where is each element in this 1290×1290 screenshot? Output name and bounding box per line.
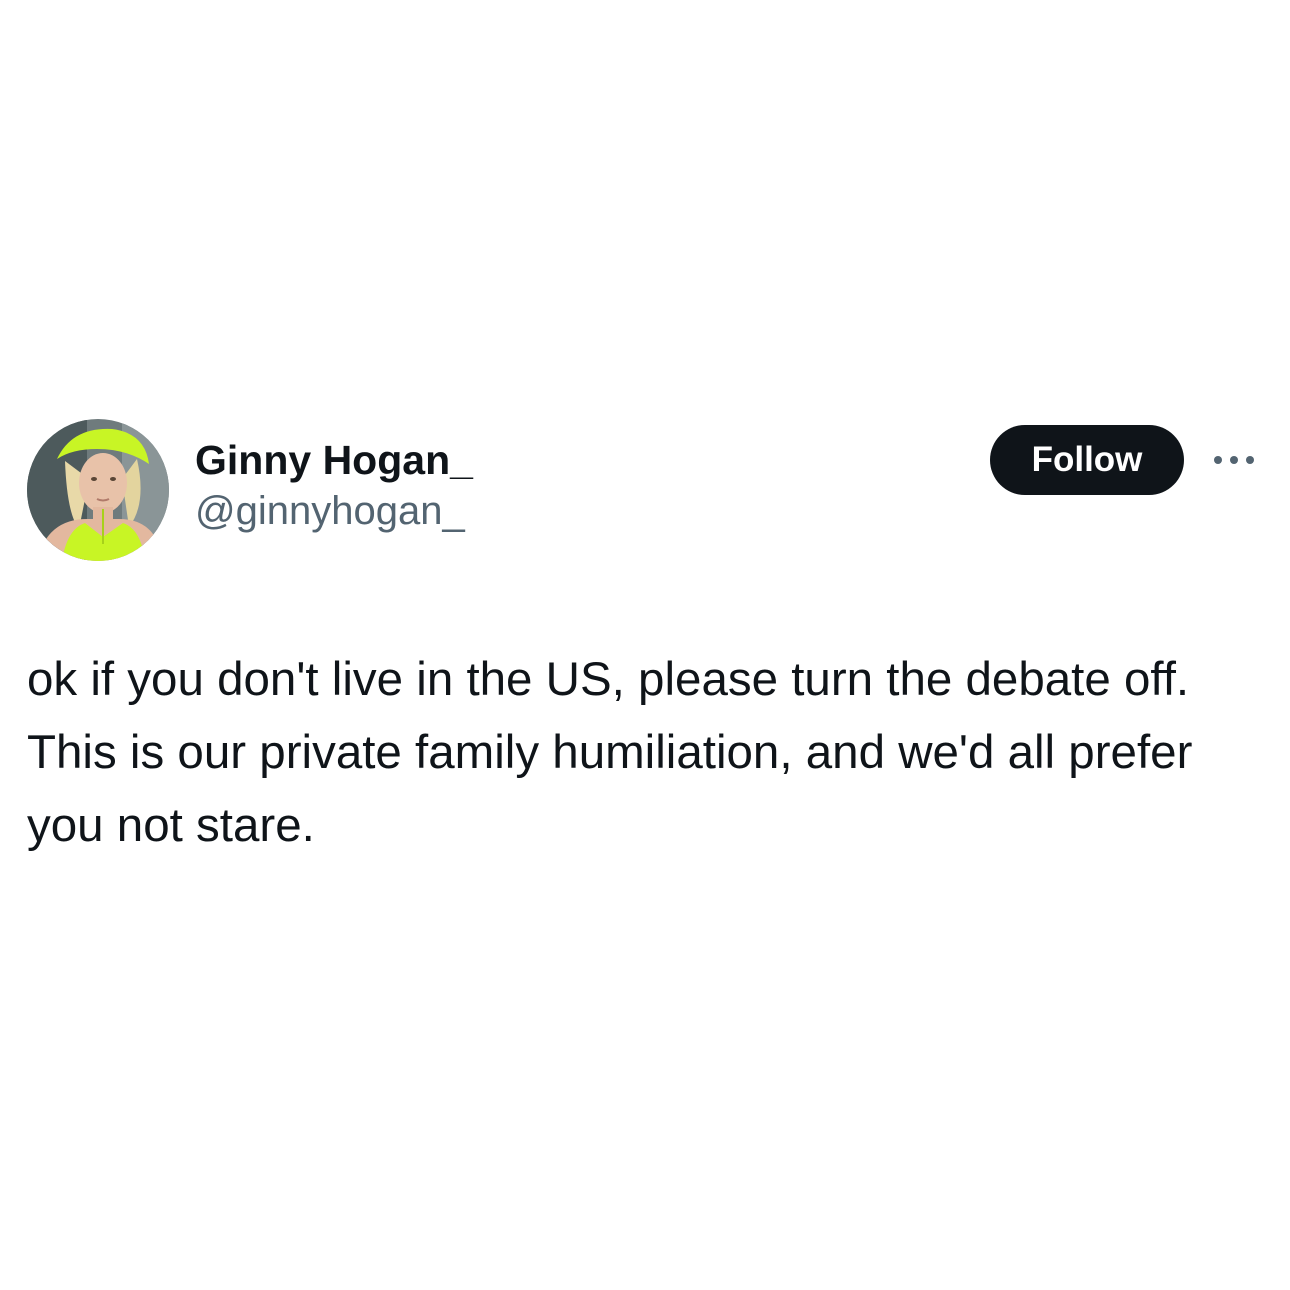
profile-photo-icon — [27, 419, 169, 561]
follow-button[interactable]: Follow — [990, 425, 1184, 495]
user-handle[interactable]: @ginnyhogan_ — [195, 486, 473, 536]
post-card: Ginny Hogan_ @ginnyhogan_ Follow ok if y… — [0, 0, 1290, 1290]
post-text: ok if you don't live in the US, please t… — [27, 653, 1193, 852]
ellipsis-icon — [1214, 456, 1254, 464]
more-options-button[interactable] — [1208, 444, 1260, 476]
display-name[interactable]: Ginny Hogan_ — [195, 434, 473, 486]
user-info: Ginny Hogan_ @ginnyhogan_ — [195, 434, 473, 536]
avatar[interactable] — [27, 419, 169, 561]
